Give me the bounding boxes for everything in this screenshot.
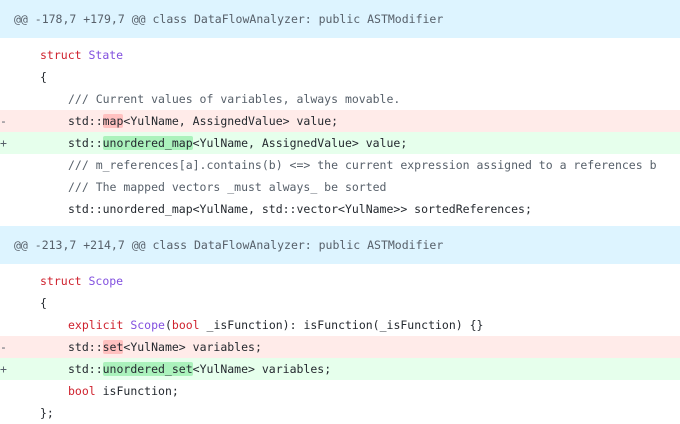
code-token: std:: <box>68 362 103 376</box>
code-token: _isFunction): isFunction(_isFunction) {} <box>199 318 484 332</box>
code-token: ( <box>164 318 172 332</box>
added-line: + std::unordered_set<YulName> variables; <box>0 358 680 380</box>
code-token: { <box>40 70 47 84</box>
context-line: struct Scope <box>0 270 680 292</box>
context-line: /// m_references[a].contains(b) <=> the … <box>0 154 680 176</box>
code-token: <YulName> variables; <box>192 362 332 376</box>
code-text: std::unordered_set<YulName> variables; <box>0 362 331 376</box>
code-text: /// The mapped vectors _must always_ be … <box>0 180 387 194</box>
code-token: struct <box>40 274 82 288</box>
context-line: struct State <box>0 44 680 66</box>
context-line: std::unordered_map<YulName, std::vector<… <box>0 198 680 220</box>
code-text: explicit Scope(bool _isFunction): isFunc… <box>0 318 483 332</box>
context-line: /// The mapped vectors _must always_ be … <box>0 176 680 198</box>
code-text: /// m_references[a].contains(b) <=> the … <box>0 158 657 172</box>
added-line: + std::unordered_map<YulName, AssignedVal… <box>0 132 680 154</box>
context-line: explicit Scope(bool _isFunction): isFunc… <box>0 314 680 336</box>
diff-sign: + <box>0 362 7 376</box>
code-token: { <box>40 296 47 310</box>
code-token: std:: <box>68 340 103 354</box>
code-token: std:: <box>68 136 103 150</box>
code-text: }; <box>0 406 54 420</box>
context-line: { <box>0 66 680 88</box>
diff-sign: + <box>0 136 7 150</box>
code-text: /// Current values of variables, always … <box>0 92 400 106</box>
diff-sign: - <box>0 114 7 128</box>
code-token: std:: <box>68 114 103 128</box>
code-token: Scope <box>88 274 124 288</box>
diff-view: @@ -178,7 +179,7 @@ class DataFlowAnalyz… <box>0 0 680 424</box>
context-line: }; <box>0 402 680 424</box>
code-token: isFunction; <box>95 384 179 398</box>
code-token: /// m_references[a].contains(b) <=> the … <box>68 158 657 172</box>
code-text: std::map<YulName, AssignedValue> value; <box>0 114 338 128</box>
code-token: Scope <box>130 318 165 332</box>
code-text: { <box>0 70 47 84</box>
code-token: explicit <box>68 318 124 332</box>
code-token: }; <box>40 406 54 420</box>
code-token: struct <box>40 48 82 62</box>
hunk-header[interactable]: @@ -213,7 +214,7 @@ class DataFlowAnalyz… <box>0 226 680 264</box>
code-token: std::unordered_map<YulName, std::vector<… <box>68 202 532 216</box>
diff-sign: - <box>0 340 7 354</box>
code-token: <YulName, AssignedValue> value; <box>123 114 339 128</box>
code-text: std::set<YulName> variables; <box>0 340 262 354</box>
changed-token: unordered_map <box>102 136 193 150</box>
code-text: std::unordered_map<YulName, std::vector<… <box>0 202 532 216</box>
code-token: /// Current values of variables, always … <box>68 92 401 106</box>
code-token: State <box>88 48 124 62</box>
code-token: bool <box>171 318 200 332</box>
changed-token: set <box>102 340 124 354</box>
deleted-line: - std::set<YulName> variables; <box>0 336 680 358</box>
code-token: /// The mapped vectors _must always_ be … <box>68 180 387 194</box>
hunk-header[interactable]: @@ -178,7 +179,7 @@ class DataFlowAnalyz… <box>0 0 680 38</box>
code-text: { <box>0 296 47 310</box>
code-token: <YulName> variables; <box>123 340 262 354</box>
code-text: bool isFunction; <box>0 384 179 398</box>
deleted-line: - std::map<YulName, AssignedValue> value; <box>0 110 680 132</box>
code-text: std::unordered_map<YulName, AssignedValu… <box>0 136 407 150</box>
code-text: struct State <box>0 48 123 62</box>
context-line: bool isFunction; <box>0 380 680 402</box>
code-token: bool <box>68 384 96 398</box>
code-text: struct Scope <box>0 274 123 288</box>
changed-token: map <box>102 114 124 128</box>
context-line: { <box>0 292 680 314</box>
changed-token: unordered_set <box>102 362 193 376</box>
code-token: <YulName, AssignedValue> value; <box>192 136 408 150</box>
context-line: /// Current values of variables, always … <box>0 88 680 110</box>
